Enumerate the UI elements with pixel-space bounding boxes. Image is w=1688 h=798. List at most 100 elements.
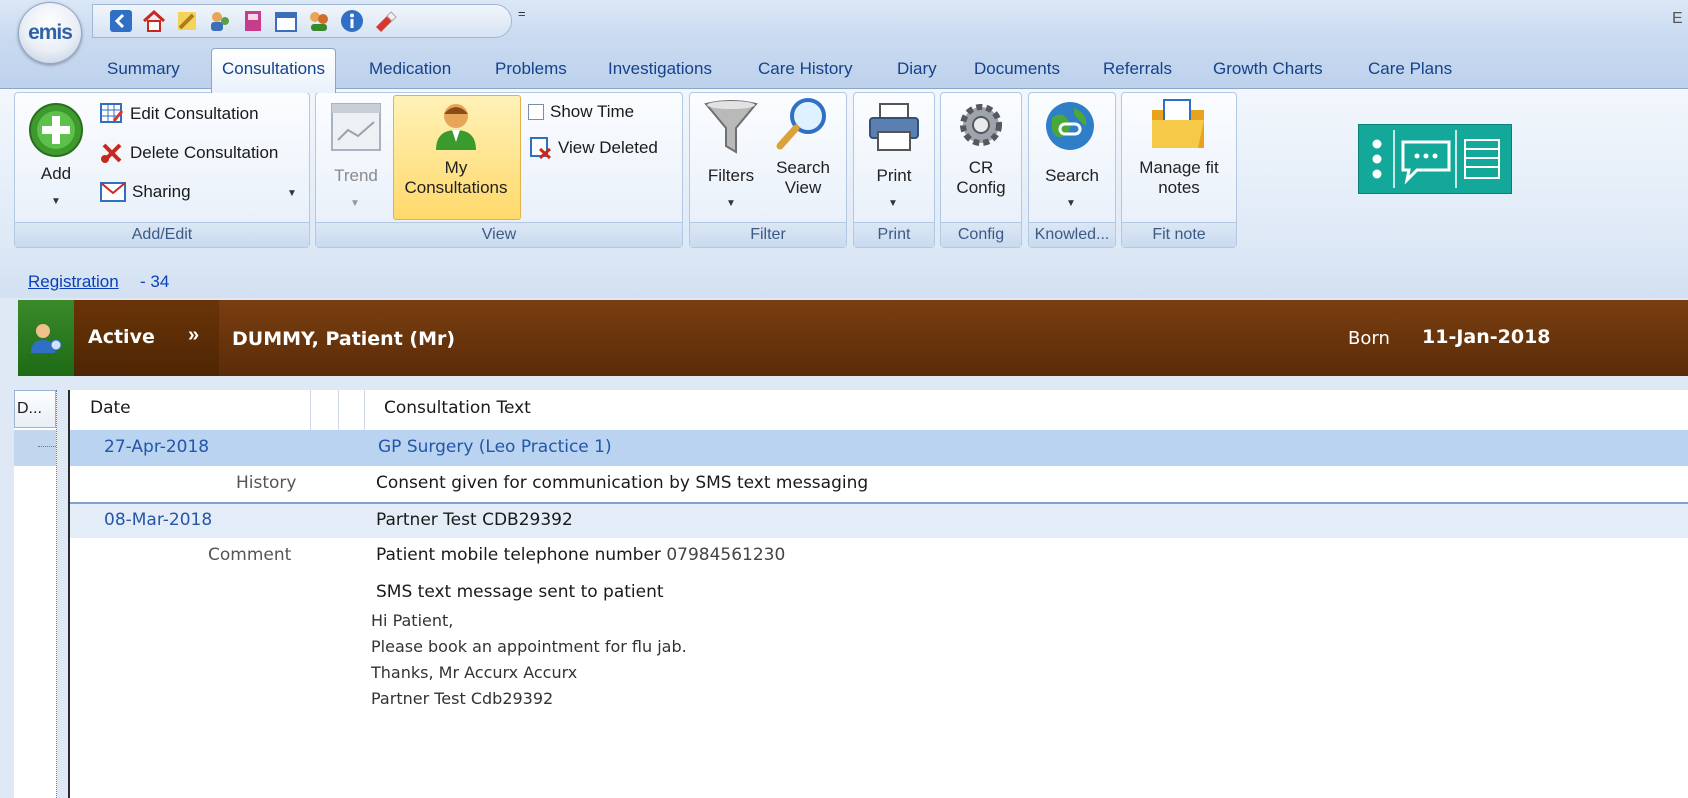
patient-icon[interactable] bbox=[18, 300, 74, 376]
search-view-magnifier-icon bbox=[776, 98, 826, 150]
back-icon[interactable] bbox=[109, 9, 133, 33]
print-button[interactable]: Print bbox=[863, 166, 925, 186]
group-label-add-edit: Add/Edit bbox=[15, 222, 309, 247]
my-consultations-person-icon bbox=[436, 104, 476, 150]
born-date: 11-Jan-2018 bbox=[1422, 326, 1551, 348]
entry-text: Consent given for communication by SMS t… bbox=[376, 473, 869, 493]
calendar-icon[interactable] bbox=[274, 9, 298, 33]
column-separator bbox=[364, 390, 365, 430]
qat-customize-button[interactable]: = bbox=[518, 6, 526, 21]
delete-consultation-button[interactable]: Delete Consultation bbox=[100, 139, 278, 167]
expand-banner-chevron-icon[interactable]: » bbox=[188, 324, 199, 347]
quick-access-toolbar bbox=[92, 4, 512, 38]
show-time-checkbox-box[interactable] bbox=[528, 104, 544, 120]
table-row-entry[interactable]: SMS text message sent to patient Hi Pati… bbox=[70, 574, 1688, 798]
cr-config-label-1[interactable]: CR bbox=[946, 158, 1016, 178]
filters-button[interactable]: Filters bbox=[701, 166, 761, 186]
cr-config-gear-icon bbox=[960, 104, 1002, 146]
sharing-button[interactable]: Sharing bbox=[100, 178, 191, 206]
print-dropdown-arrow[interactable]: ▼ bbox=[888, 198, 898, 209]
tab-summary[interactable]: Summary bbox=[97, 52, 190, 86]
tab-referrals[interactable]: Referrals bbox=[1093, 52, 1182, 86]
trend-button[interactable]: Trend bbox=[326, 166, 386, 186]
group-label-fit-note: Fit note bbox=[1122, 222, 1236, 247]
trend-chart-icon bbox=[331, 103, 381, 151]
edit-consultation-button[interactable]: Edit Consultation bbox=[100, 100, 259, 128]
users-icon[interactable] bbox=[208, 9, 232, 33]
tab-investigations[interactable]: Investigations bbox=[598, 52, 722, 86]
tab-medication[interactable]: Medication bbox=[359, 52, 461, 86]
entry-text: SMS text message sent to patient bbox=[376, 582, 664, 602]
manage-fit-notes-folder-icon bbox=[1152, 99, 1204, 148]
pencil-icon[interactable] bbox=[175, 9, 199, 33]
patient-person-icon bbox=[31, 324, 62, 353]
message-chat-icon[interactable] bbox=[1395, 126, 1457, 192]
tab-care-plans[interactable]: Care Plans bbox=[1358, 52, 1462, 86]
window-title-partial: E bbox=[1672, 10, 1683, 27]
tab-documents[interactable]: Documents bbox=[964, 52, 1070, 86]
my-consultations-label-1: My bbox=[444, 158, 468, 177]
tab-consultations[interactable]: Consultations bbox=[211, 48, 337, 93]
cr-config-label-2[interactable]: Config bbox=[946, 178, 1016, 198]
add-icon[interactable] bbox=[28, 102, 84, 158]
manage-fit-notes-label-2[interactable]: notes bbox=[1127, 178, 1231, 198]
accurx-toolbar-widget[interactable] bbox=[1358, 124, 1512, 194]
column-header-consultation-text[interactable]: Consultation Text bbox=[384, 398, 531, 418]
view-deleted-button[interactable]: View Deleted bbox=[530, 134, 658, 162]
trend-dropdown-arrow[interactable]: ▼ bbox=[350, 198, 360, 209]
list-menu-icon[interactable] bbox=[1457, 126, 1507, 192]
eraser-icon[interactable] bbox=[373, 9, 397, 33]
tab-problems[interactable]: Problems bbox=[485, 52, 577, 86]
table-row-consultation-header[interactable]: 08-Mar-2018 Partner Test CDB29392 bbox=[70, 504, 1688, 538]
column-header-date[interactable]: Date bbox=[90, 398, 131, 418]
filters-dropdown-arrow[interactable]: ▼ bbox=[726, 198, 736, 209]
column-separator bbox=[310, 390, 311, 430]
patient-status: Active bbox=[88, 326, 155, 348]
consultation-date: 27-Apr-2018 bbox=[104, 437, 210, 457]
show-time-checkbox[interactable]: Show Time bbox=[528, 98, 634, 126]
born-label: Born bbox=[1348, 328, 1390, 349]
consultation-date: 08-Mar-2018 bbox=[104, 510, 213, 530]
group-label-print: Print bbox=[854, 222, 934, 247]
filter-funnel-icon bbox=[704, 100, 758, 154]
sharing-dropdown-arrow[interactable]: ▼ bbox=[287, 188, 297, 199]
registration-value: - 34 bbox=[140, 272, 170, 291]
search-view-label-2[interactable]: View bbox=[768, 178, 838, 198]
info-icon[interactable] bbox=[340, 9, 364, 33]
tab-diary[interactable]: Diary bbox=[887, 52, 947, 86]
tree-connector bbox=[38, 446, 56, 447]
delete-scissors-icon bbox=[101, 143, 122, 163]
group-label-view: View bbox=[316, 222, 682, 247]
registration-link[interactable]: Registration bbox=[28, 272, 119, 292]
tab-care-history[interactable]: Care History bbox=[748, 52, 862, 86]
people-icon[interactable] bbox=[307, 9, 331, 33]
knowledge-search-button[interactable]: Search bbox=[1036, 166, 1108, 186]
grid-header bbox=[70, 390, 1688, 432]
edit-table-icon bbox=[100, 103, 124, 123]
left-panel-selected-node[interactable] bbox=[14, 430, 56, 466]
group-label-filter: Filter bbox=[690, 222, 846, 247]
table-row-entry[interactable]: Comment Patient mobile telephone number … bbox=[70, 538, 1688, 574]
table-row-consultation-header[interactable]: 27-Apr-2018 GP Surgery (Leo Practice 1) bbox=[70, 430, 1688, 466]
table-row-entry[interactable]: History Consent given for communication … bbox=[70, 466, 1688, 504]
manage-fit-notes-label-1[interactable]: Manage fit bbox=[1127, 158, 1231, 178]
consultation-location: GP Surgery (Leo Practice 1) bbox=[378, 437, 612, 457]
sharing-label: Sharing bbox=[132, 182, 191, 201]
left-panel-header[interactable]: D... bbox=[14, 390, 56, 428]
knowledge-search-globe-icon bbox=[1046, 102, 1094, 150]
entry-heading: History bbox=[236, 473, 297, 493]
search-view-label-1[interactable]: Search bbox=[768, 158, 838, 178]
patient-name: DUMMY, Patient (Mr) bbox=[232, 328, 456, 350]
add-dropdown-arrow[interactable]: ▼ bbox=[51, 196, 61, 207]
logo-text: emis bbox=[28, 21, 73, 44]
add-button[interactable]: Add bbox=[28, 164, 84, 184]
tab-growth-charts[interactable]: Growth Charts bbox=[1203, 52, 1333, 86]
emis-logo-button[interactable]: emis bbox=[18, 2, 82, 64]
group-label-knowledge: Knowled... bbox=[1029, 222, 1115, 247]
notebook-icon[interactable] bbox=[241, 9, 265, 33]
more-options-dots-icon[interactable] bbox=[1359, 126, 1395, 192]
registration-bar bbox=[0, 254, 1688, 298]
knowledge-search-dropdown-arrow[interactable]: ▼ bbox=[1066, 198, 1076, 209]
home-icon[interactable] bbox=[142, 9, 166, 33]
sms-line: Partner Test Cdb29392 bbox=[371, 689, 554, 708]
